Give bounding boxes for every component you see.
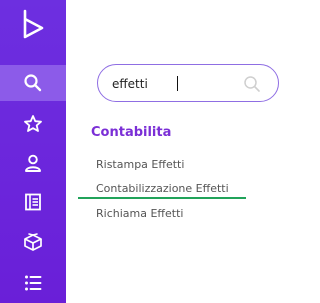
result-item-richiama-effetti[interactable]: Richiama Effetti — [96, 207, 183, 220]
play-logo-icon — [20, 8, 46, 40]
result-item-contabilizzazione-effetti[interactable]: Contabilizzazione Effetti — [96, 182, 229, 195]
sidebar-item-list[interactable] — [0, 265, 66, 301]
sidebar — [0, 0, 66, 303]
search-box[interactable] — [97, 64, 279, 102]
text-caret — [177, 76, 178, 91]
ledger-icon — [23, 192, 43, 212]
gift-box-icon — [22, 231, 44, 253]
result-item-ristampa-effetti[interactable]: Ristampa Effetti — [96, 158, 184, 171]
main-panel: Contabilita Ristampa Effetti Contabilizz… — [66, 0, 305, 303]
sidebar-item-search[interactable] — [0, 65, 66, 101]
search-icon[interactable] — [243, 75, 261, 97]
sidebar-item-profile[interactable] — [0, 145, 66, 181]
user-icon — [23, 153, 43, 173]
sidebar-item-gift[interactable] — [0, 224, 66, 260]
sidebar-item-ledger[interactable] — [0, 184, 66, 220]
app-logo[interactable] — [0, 4, 66, 44]
sidebar-item-favorites[interactable] — [0, 106, 66, 142]
selection-underline — [78, 197, 246, 199]
star-icon — [23, 114, 43, 134]
list-icon — [23, 273, 43, 293]
search-icon — [23, 73, 43, 93]
section-title-contabilita: Contabilita — [91, 125, 172, 140]
